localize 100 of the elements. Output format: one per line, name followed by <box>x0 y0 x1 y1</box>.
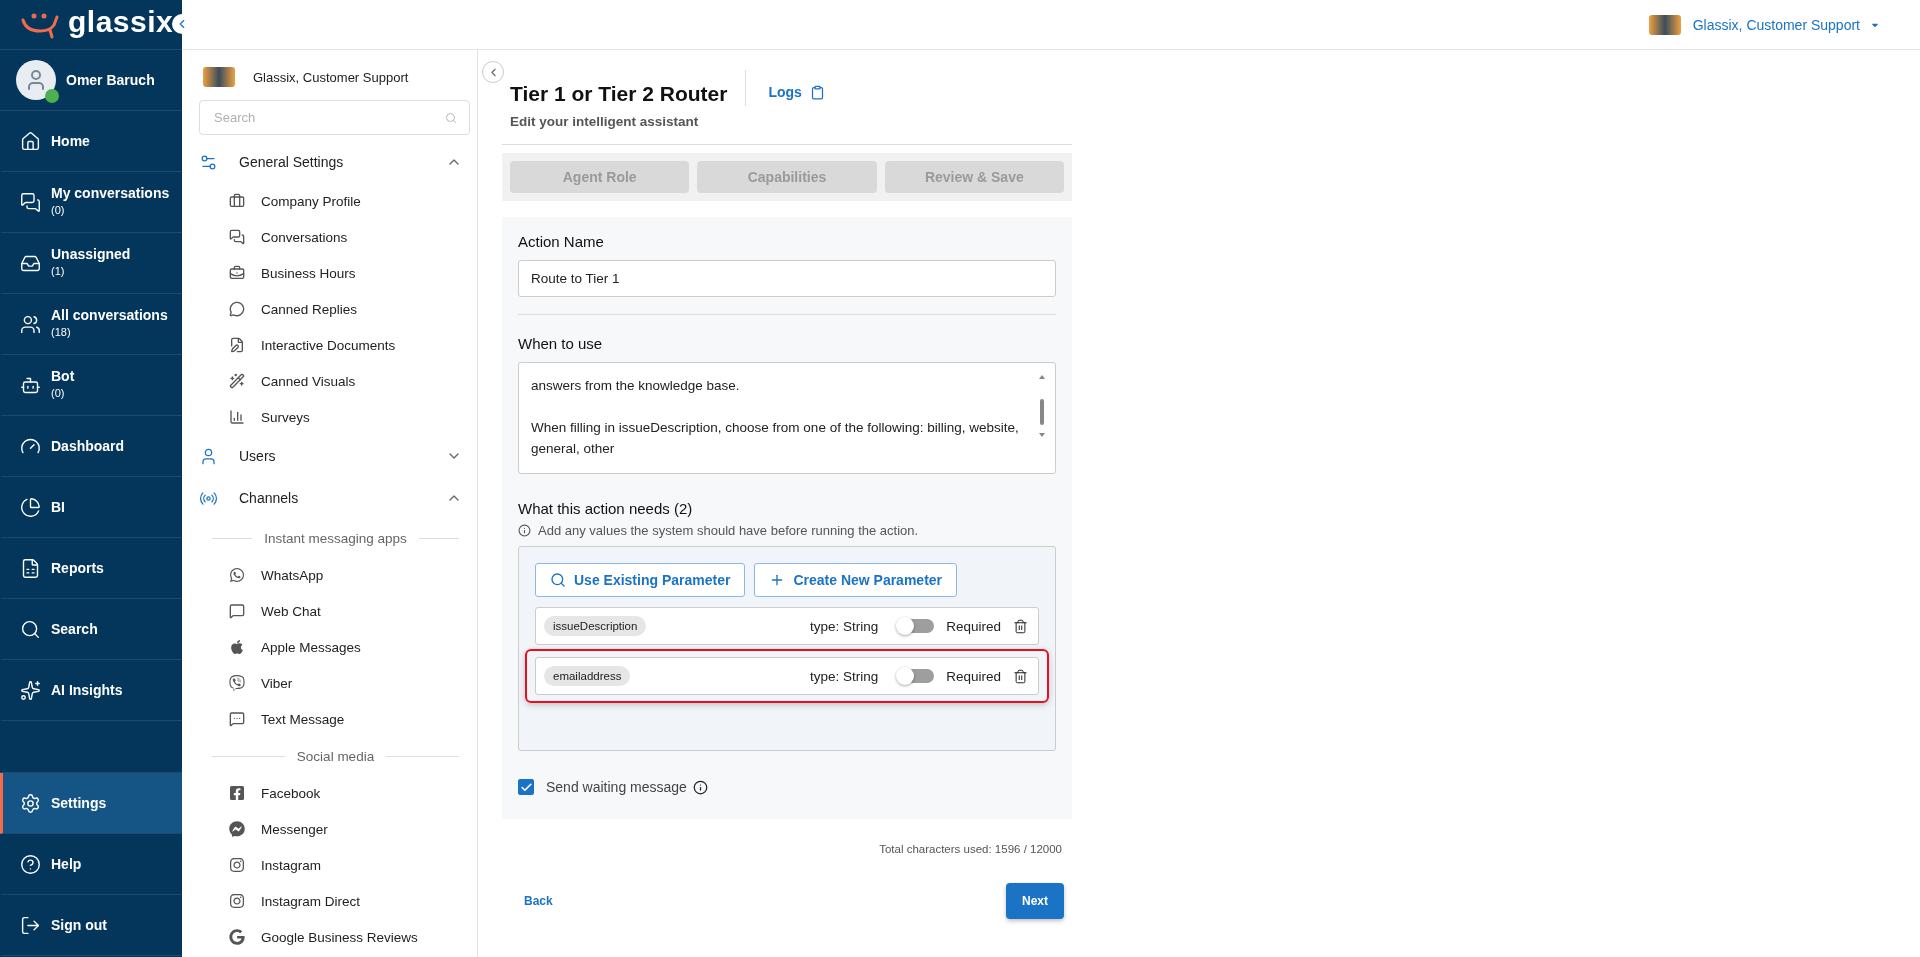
nav-item[interactable]: Help <box>0 834 182 895</box>
sign-out-icon <box>20 914 41 936</box>
nav-item[interactable]: Sign out <box>0 895 182 956</box>
instagram-icon <box>229 857 245 873</box>
speech-bubble-icon <box>229 301 245 317</box>
nav-item[interactable]: Bot (0) <box>0 355 182 416</box>
sidebar-item[interactable]: Surveys <box>199 399 477 435</box>
sidebar-item[interactable]: Instagram Direct <box>199 883 477 919</box>
sidebar-item[interactable]: Canned Visuals <box>199 363 477 399</box>
sidebar-item[interactable]: Canned Replies <box>199 291 477 327</box>
nav-item[interactable]: All conversations (18) <box>0 294 182 355</box>
sidebar-item[interactable]: Apple Messages <box>199 629 477 665</box>
user-icon <box>199 446 218 466</box>
briefcase-clock-icon <box>229 265 245 281</box>
page-title: Tier 1 or Tier 2 Router <box>510 82 728 106</box>
group-heading: Instant messaging apps <box>264 530 407 546</box>
pie-chart-icon <box>20 496 41 518</box>
parameter-type: type: String <box>809 618 879 634</box>
sparkles-icon <box>20 679 41 701</box>
people-icon <box>20 313 41 335</box>
parameter-chip: issueDescription <box>544 616 647 636</box>
sidebar-item[interactable]: Viber <box>199 665 477 701</box>
search-field[interactable]: Search <box>199 100 470 135</box>
section-header[interactable]: General Settings <box>199 141 470 183</box>
parameter-chip: emailaddress <box>544 666 631 686</box>
use-existing-button[interactable]: Use Existing Parameter <box>535 563 746 597</box>
account-image <box>203 67 235 87</box>
sidebar-item[interactable]: Interactive Documents <box>199 327 477 363</box>
sidebar-item[interactable]: WhatsApp <box>199 557 477 593</box>
scrollbar-icon <box>1039 375 1045 437</box>
search-icon <box>550 572 566 588</box>
parameter-type: type: String <box>809 668 879 684</box>
field-label: Action Name <box>518 233 605 250</box>
chat-bubbles-icon <box>20 191 41 213</box>
spreadsheet-icon <box>20 557 41 579</box>
facebook-icon <box>229 785 245 801</box>
account-menu[interactable]: Glassix, Customer Support <box>1692 16 1880 33</box>
back-link[interactable]: Back <box>524 894 553 908</box>
nav-item[interactable]: My conversations (0) <box>0 172 182 233</box>
toggle-label: Required <box>946 668 1001 684</box>
search-input[interactable]: Search <box>212 109 412 126</box>
whatsapp-icon <box>229 567 245 583</box>
logs-link[interactable]: Logs <box>768 84 825 100</box>
nav-item[interactable]: Home <box>0 111 182 172</box>
section-header[interactable]: Channels <box>199 477 470 519</box>
section-title: What this action needs (2) <box>518 500 694 517</box>
nav-item[interactable]: Settings <box>0 773 182 834</box>
hint-text: Add any values the system should have before running the action. <box>538 523 919 538</box>
info-icon <box>692 779 708 795</box>
clipboard-icon <box>809 84 825 100</box>
sidebar-item[interactable]: Google Business Reviews <box>199 919 477 955</box>
next-button[interactable]: Next <box>1006 883 1064 919</box>
nav-item[interactable]: Dashboard <box>0 416 182 477</box>
messenger-icon <box>229 821 245 837</box>
magic-wand-icon <box>229 373 245 389</box>
required-toggle[interactable] <box>896 667 935 685</box>
message-dots-icon <box>229 711 245 727</box>
account-image <box>1648 14 1681 35</box>
character-count: Total characters used: 1596 / 12000 <box>879 843 1062 855</box>
checkbox-label: Send waiting message <box>546 779 687 795</box>
chat-bubbles-icon <box>229 229 245 245</box>
toggle-label: Required <box>946 618 1001 634</box>
required-toggle[interactable] <box>896 617 935 635</box>
sidebar-item[interactable]: Conversations <box>199 219 477 255</box>
sidebar-item[interactable]: Text Message <box>199 701 477 737</box>
section-header[interactable]: Users <box>199 435 470 477</box>
home-icon <box>20 130 41 152</box>
trash-icon[interactable] <box>1013 618 1028 634</box>
checkbox[interactable] <box>518 779 534 795</box>
page-subtitle: Edit your intelligent assistant <box>510 114 699 129</box>
text-area-field[interactable]: answers from the knowledge base. When filling in issueDescription, choose from one of the following: billing, website, general, other <box>518 362 1056 474</box>
apple-icon <box>229 639 245 655</box>
sidebar-item[interactable]: Facebook <box>199 775 477 811</box>
logo-text: glassix <box>68 6 174 37</box>
nav-item[interactable]: AI Insights <box>0 660 182 721</box>
google-icon <box>229 929 245 945</box>
nav-item[interactable]: BI <box>0 477 182 538</box>
sidebar-item[interactable]: Messenger <box>199 811 477 847</box>
info-icon <box>518 524 531 537</box>
instagram-icon <box>229 893 245 909</box>
user-name: Omer Baruch <box>66 72 155 88</box>
nav-item[interactable]: Unassigned (1) <box>0 233 182 294</box>
sidebar-item[interactable]: Web Chat <box>199 593 477 629</box>
search-icon <box>20 618 41 640</box>
field-label: When to use <box>518 335 604 352</box>
sidebar-item[interactable]: Company Profile <box>199 183 477 219</box>
account-name: Glassix, Customer Support <box>253 69 409 85</box>
bar-chart-icon <box>229 409 245 425</box>
create-new-button[interactable]: Create New Parameter <box>754 563 958 597</box>
nav-item[interactable]: Reports <box>0 538 182 599</box>
nav-item[interactable]: Search <box>0 599 182 660</box>
action-name-field[interactable]: Route to Tier 1 <box>518 260 1056 297</box>
viber-icon <box>229 675 245 691</box>
sidebar-item[interactable]: Business Hours <box>199 255 477 291</box>
chat-window-icon <box>229 603 245 619</box>
briefcase-icon <box>229 193 245 209</box>
group-heading: Social media <box>296 748 375 764</box>
trash-icon[interactable] <box>1013 668 1028 684</box>
sidebar-item[interactable]: Instagram <box>199 847 477 883</box>
help-icon <box>20 853 41 875</box>
